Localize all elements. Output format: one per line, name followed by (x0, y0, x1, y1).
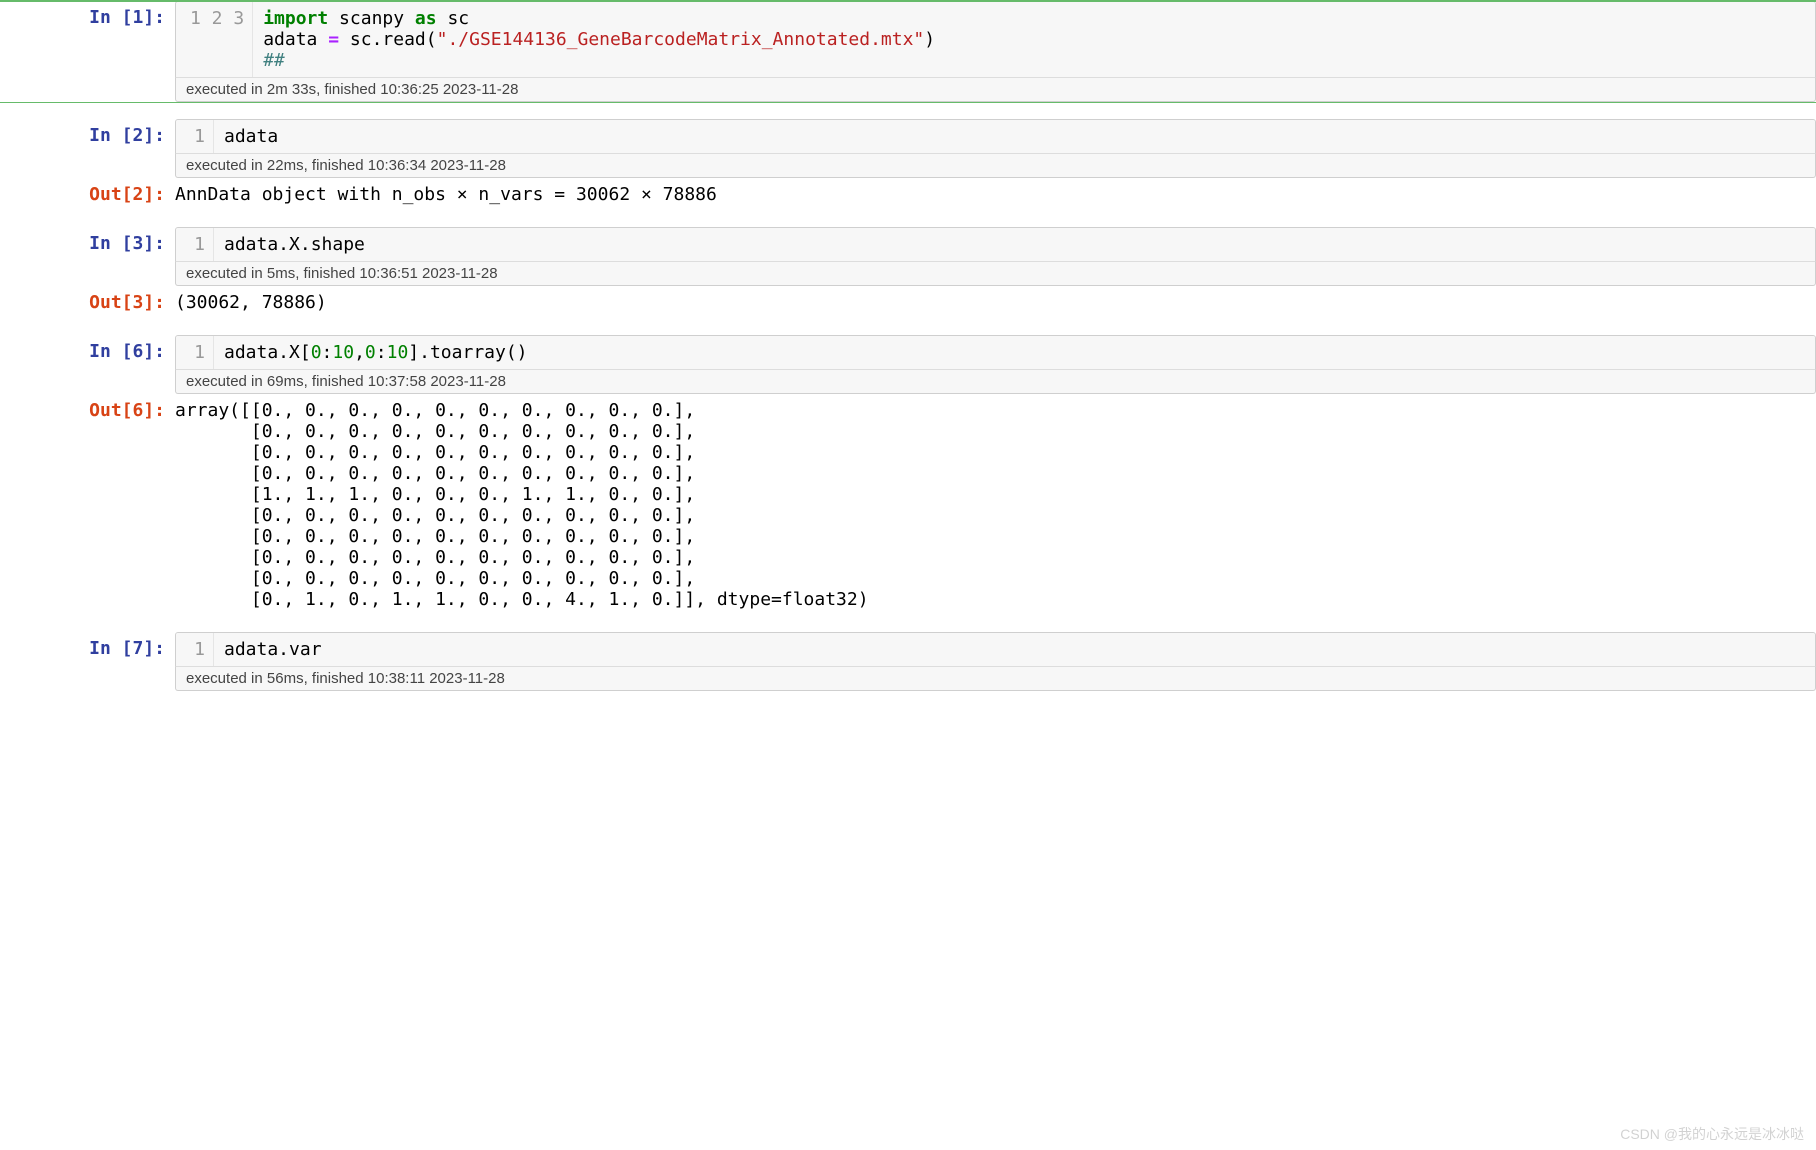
code-text[interactable]: adata.X.shape (214, 228, 1815, 261)
output-prompt: Out[3]: (0, 286, 175, 319)
code-block[interactable]: 1adata.var (175, 632, 1816, 667)
code-text[interactable]: adata (214, 120, 1815, 153)
output-prompt: Out[6]: (0, 394, 175, 616)
input-prompt: In [7]: (0, 632, 175, 691)
cell-body: 1adata.varexecuted in 56ms, finished 10:… (175, 632, 1816, 691)
code-cell[interactable]: In [6]:1adata.X[0:10,0:10].toarray()exec… (0, 335, 1816, 394)
output-text: (30062, 78886) (175, 286, 1816, 319)
notebook: In [1]:1 2 3import scanpy as sc adata = … (0, 0, 1816, 691)
input-prompt: In [1]: (0, 1, 175, 102)
exec-info: executed in 56ms, finished 10:38:11 2023… (175, 666, 1816, 691)
cell-body: 1 2 3import scanpy as sc adata = sc.read… (175, 1, 1816, 102)
input-prompt: In [2]: (0, 119, 175, 178)
line-gutter: 1 (176, 120, 214, 153)
cell-body: 1adata.X[0:10,0:10].toarray()executed in… (175, 335, 1816, 394)
output-text: array([[0., 0., 0., 0., 0., 0., 0., 0., … (175, 394, 1816, 616)
output-prompt: Out[2]: (0, 178, 175, 211)
output-row: Out[3]:(30062, 78886) (0, 286, 1816, 319)
code-text[interactable]: adata.var (214, 633, 1815, 666)
line-gutter: 1 (176, 228, 214, 261)
exec-info: executed in 22ms, finished 10:36:34 2023… (175, 153, 1816, 178)
code-cell[interactable]: In [3]:1adata.X.shapeexecuted in 5ms, fi… (0, 227, 1816, 286)
code-text[interactable]: import scanpy as sc adata = sc.read("./G… (253, 2, 1815, 77)
code-block[interactable]: 1 2 3import scanpy as sc adata = sc.read… (175, 1, 1816, 78)
exec-info: executed in 69ms, finished 10:37:58 2023… (175, 369, 1816, 394)
line-gutter: 1 2 3 (176, 2, 253, 77)
watermark: CSDN @我的心永远是冰冰哒 (1620, 1124, 1804, 1144)
code-cell[interactable]: In [7]:1adata.varexecuted in 56ms, finis… (0, 632, 1816, 691)
cell-body: 1adata.X.shapeexecuted in 5ms, finished … (175, 227, 1816, 286)
code-block[interactable]: 1adata (175, 119, 1816, 154)
output-row: Out[2]:AnnData object with n_obs × n_var… (0, 178, 1816, 211)
code-text[interactable]: adata.X[0:10,0:10].toarray() (214, 336, 1815, 369)
code-cell[interactable]: In [2]:1adataexecuted in 22ms, finished … (0, 119, 1816, 178)
input-prompt: In [3]: (0, 227, 175, 286)
output-text: AnnData object with n_obs × n_vars = 300… (175, 178, 1816, 211)
cell-body: 1adataexecuted in 22ms, finished 10:36:3… (175, 119, 1816, 178)
code-block[interactable]: 1adata.X[0:10,0:10].toarray() (175, 335, 1816, 370)
input-prompt: In [6]: (0, 335, 175, 394)
output-row: Out[6]:array([[0., 0., 0., 0., 0., 0., 0… (0, 394, 1816, 616)
line-gutter: 1 (176, 633, 214, 666)
code-cell[interactable]: In [1]:1 2 3import scanpy as sc adata = … (0, 0, 1816, 103)
exec-info: executed in 5ms, finished 10:36:51 2023-… (175, 261, 1816, 286)
line-gutter: 1 (176, 336, 214, 369)
exec-info: executed in 2m 33s, finished 10:36:25 20… (175, 77, 1816, 102)
code-block[interactable]: 1adata.X.shape (175, 227, 1816, 262)
